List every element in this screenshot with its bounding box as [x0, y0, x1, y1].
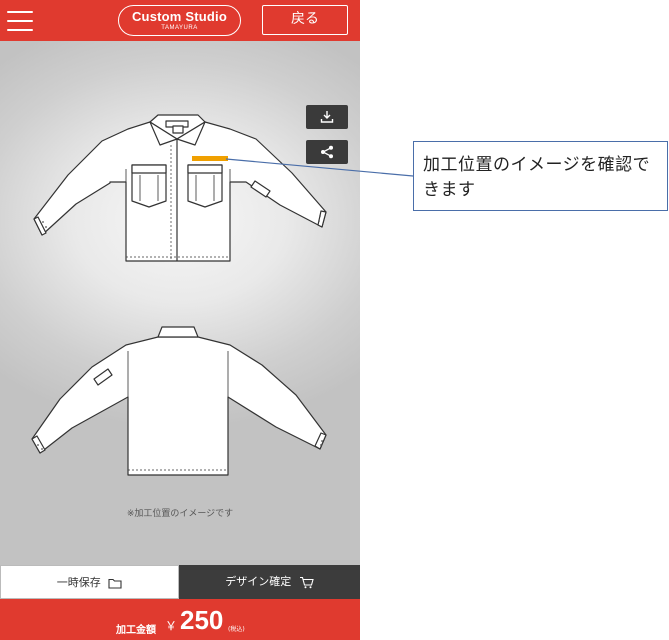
phone-screen: Custom Studio TAMAYURA 戻る ※加工位置のイメージです 一… — [0, 0, 360, 640]
preview-notice: ※加工位置のイメージです — [126, 509, 234, 519]
price-label: 加工金額 — [116, 625, 156, 636]
jacket-back-image — [31, 326, 327, 476]
temporary-save-button[interactable]: 一時保存 — [0, 565, 179, 599]
currency-symbol: ￥ — [165, 619, 178, 633]
menu-icon[interactable] — [7, 8, 35, 34]
cart-icon — [299, 576, 314, 588]
back-button[interactable]: 戻る — [262, 5, 348, 35]
preview-canvas: ※加工位置のイメージです — [0, 41, 360, 565]
brand-logo[interactable]: Custom Studio TAMAYURA — [118, 5, 241, 36]
jacket-front-image — [33, 114, 327, 262]
print-position-marker — [192, 156, 228, 161]
confirm-label: デザイン確定 — [225, 575, 292, 588]
logo-main-text: Custom Studio — [131, 9, 228, 24]
confirm-design-button[interactable]: デザイン確定 — [179, 565, 360, 599]
header-bar: Custom Studio TAMAYURA 戻る — [0, 0, 360, 41]
logo-sub-text: TAMAYURA — [161, 25, 198, 31]
price-value: 250 — [180, 605, 224, 635]
folder-icon — [108, 578, 122, 589]
action-row: 一時保存 デザイン確定 — [0, 565, 360, 599]
annotation-callout: 加工位置のイメージを確認できます — [413, 141, 668, 211]
tax-note: (税込) — [228, 626, 245, 633]
save-label: 一時保存 — [56, 576, 101, 589]
price-bar: 加工金額 ￥ 250 (税込) — [0, 599, 360, 640]
